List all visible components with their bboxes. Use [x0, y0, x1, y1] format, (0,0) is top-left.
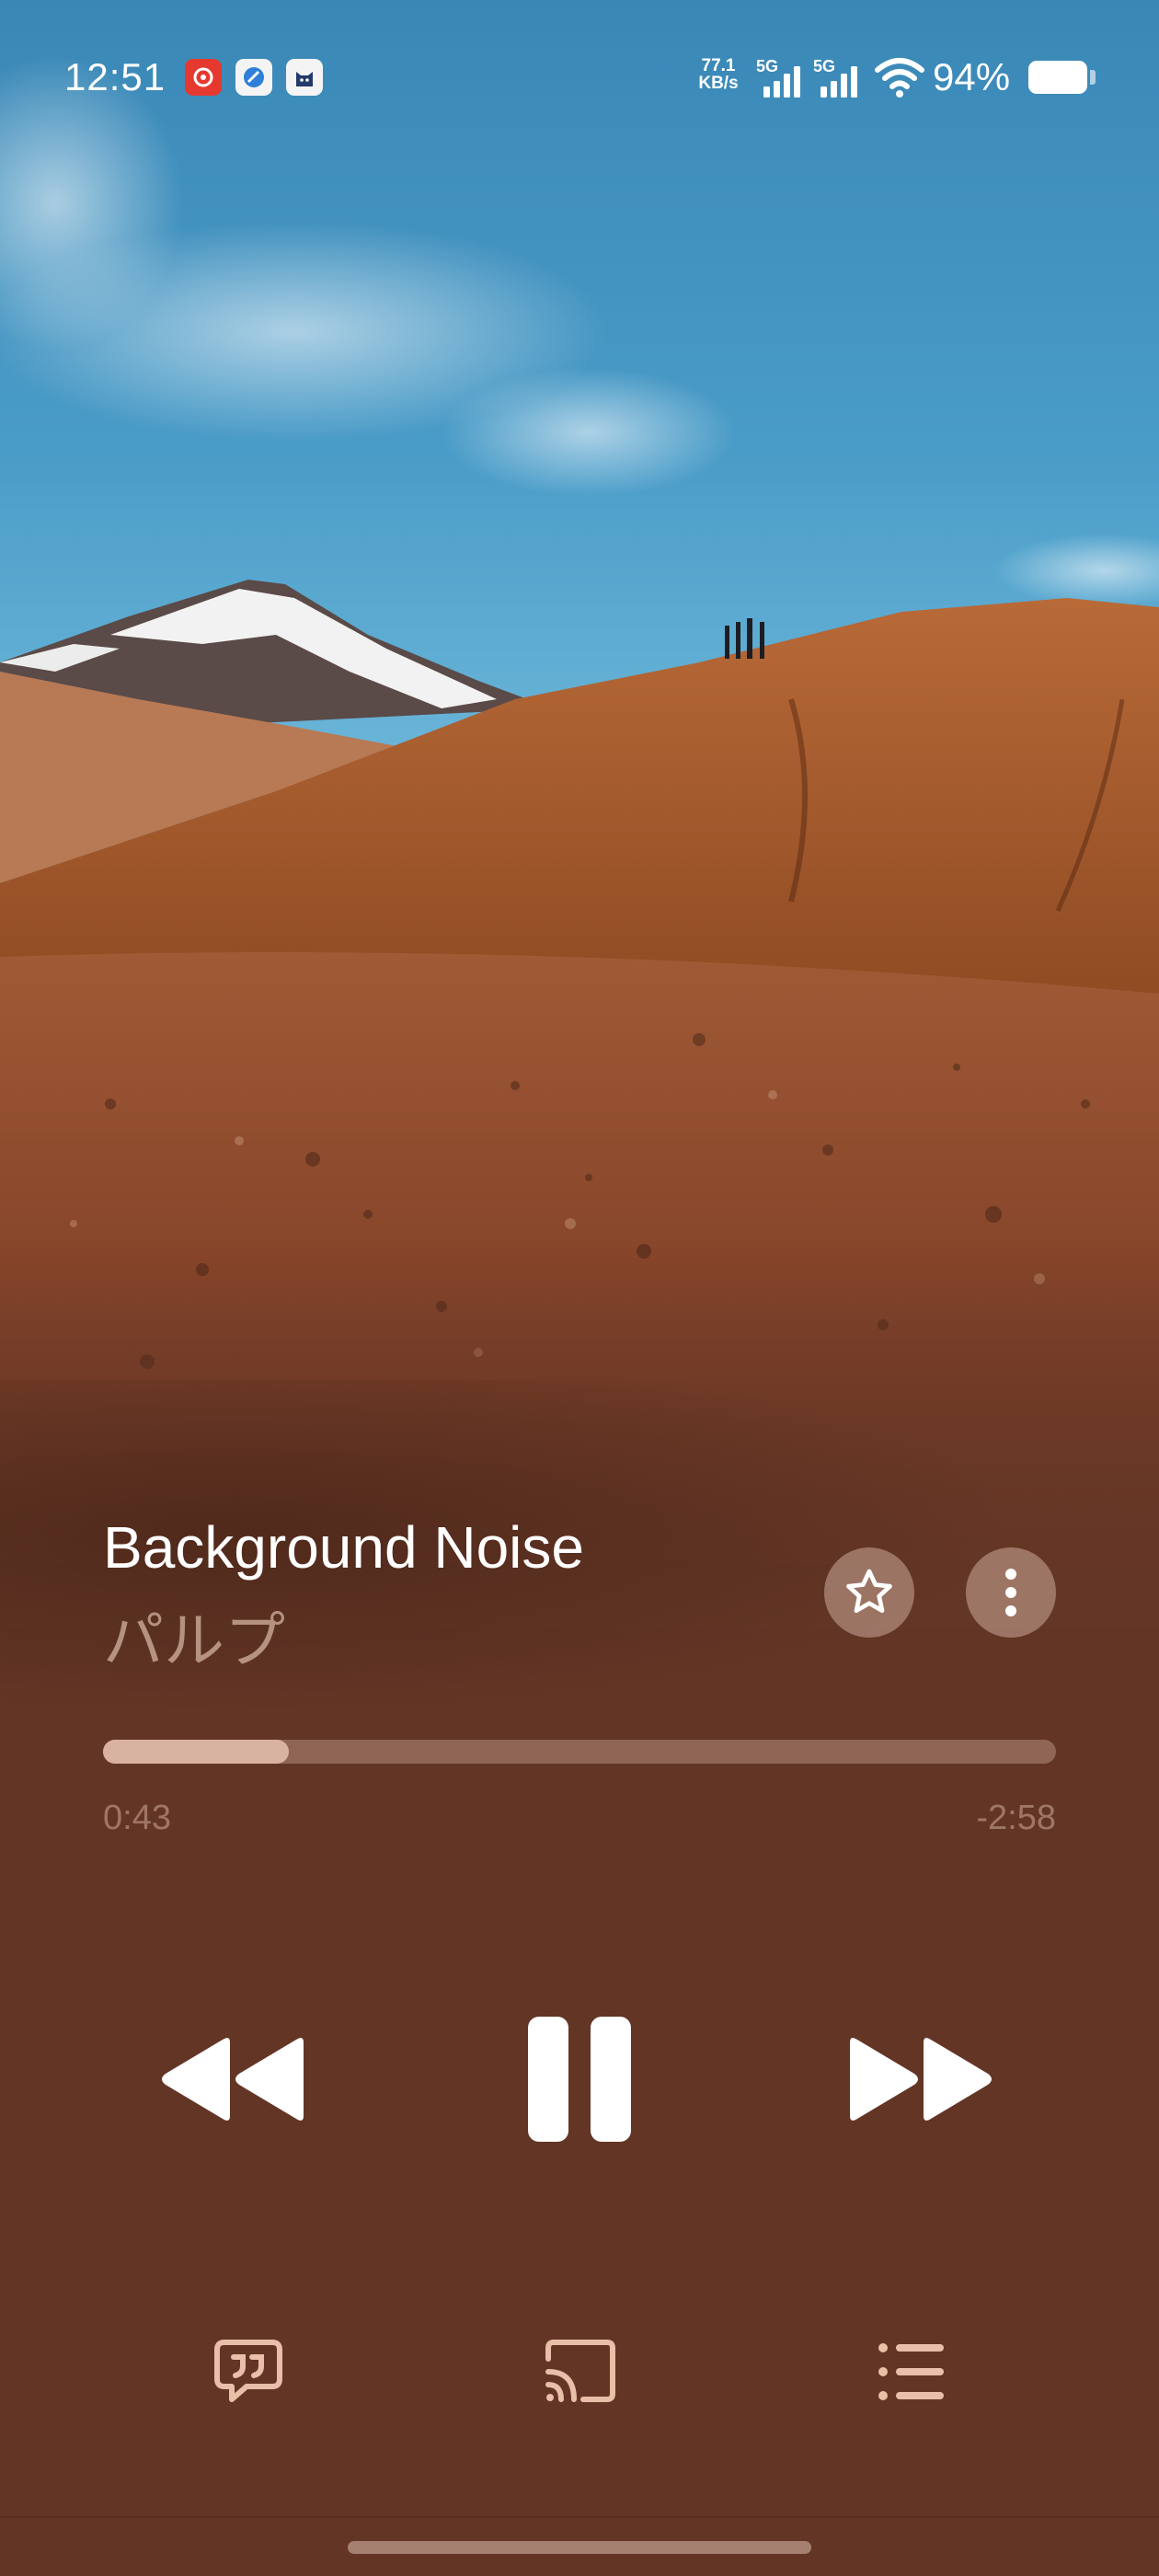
more-vertical-icon — [1005, 1569, 1016, 1616]
sim2-label: 5G — [813, 57, 836, 75]
wifi-icon — [875, 58, 924, 98]
signal-sim1: 5G — [756, 53, 809, 101]
track-artist[interactable]: パルプ — [103, 1592, 285, 1680]
net-speed-value: 77.1 — [701, 56, 736, 75]
previous-button[interactable] — [158, 2035, 305, 2128]
lyrics-quote-icon — [214, 2340, 282, 2402]
fast-forward-icon — [850, 2038, 992, 2121]
net-speed-unit: KB/s — [698, 74, 739, 93]
queue-list-icon — [878, 2343, 944, 2400]
queue-button[interactable] — [876, 2337, 946, 2411]
track-title: Background Noise — [103, 1514, 584, 1581]
cast-icon — [545, 2340, 615, 2402]
status-time: 12:51 — [64, 55, 166, 98]
elapsed-time: 0:43 — [103, 1799, 171, 1837]
cat-app-icon — [286, 59, 323, 96]
now-playing-screen: 12:51 77.1 KB/s 5G 5G 94% Background Noi… — [0, 0, 1159, 2576]
rewind-icon — [162, 2038, 304, 2121]
status-bar: 12:51 77.1 KB/s 5G 5G 94% — [0, 0, 1159, 156]
seek-bar[interactable] — [103, 1740, 1056, 1764]
pause-button[interactable] — [526, 2015, 633, 2148]
home-indicator[interactable] — [348, 2541, 811, 2554]
pause-icon — [528, 2017, 631, 2142]
remaining-time: -2:58 — [976, 1799, 1056, 1837]
nav-divider — [0, 2516, 1159, 2518]
signal-sim2: 5G — [813, 53, 866, 101]
battery-tip — [1090, 70, 1096, 85]
seek-bar-progress — [103, 1740, 290, 1764]
next-button[interactable] — [848, 2035, 995, 2128]
browser-icon — [235, 59, 272, 96]
battery-percent: 94% — [933, 55, 1011, 98]
favorite-button[interactable] — [824, 1547, 914, 1638]
netease-music-icon — [185, 59, 222, 96]
sim1-label: 5G — [756, 57, 779, 75]
battery-icon — [1028, 61, 1087, 94]
more-options-button[interactable] — [966, 1547, 1056, 1638]
cast-button[interactable] — [541, 2337, 618, 2411]
star-outline-icon — [846, 1569, 892, 1614]
net-speed: 77.1 KB/s — [694, 57, 743, 92]
lyrics-button[interactable] — [213, 2337, 283, 2411]
